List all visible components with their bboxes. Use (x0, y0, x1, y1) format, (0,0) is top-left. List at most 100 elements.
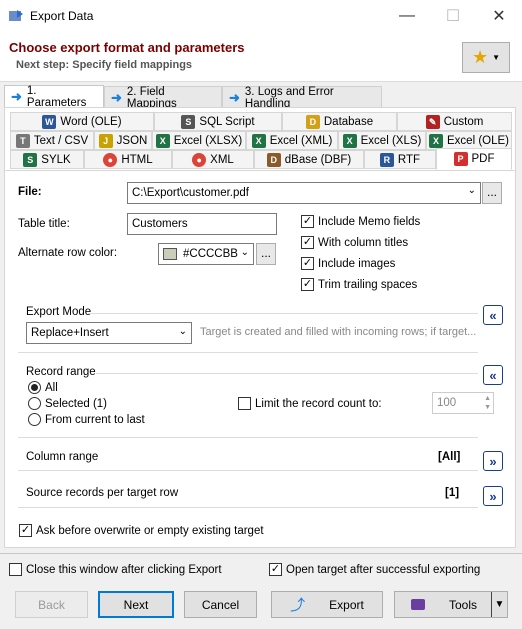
tab-rtf[interactable]: R RTF (364, 150, 436, 169)
tab-custom[interactable]: ✎ Custom (397, 112, 512, 131)
open-target-checkbox[interactable]: ✓ Open target after successful exporting (269, 563, 480, 576)
ask-overwrite-checkbox[interactable]: ✓ Ask before overwrite or empty existing … (19, 524, 264, 537)
tab-xml[interactable]: ● XML (172, 150, 254, 169)
color-picker-button[interactable]: ... (256, 243, 276, 265)
range-all-radio[interactable]: All (28, 381, 58, 394)
next-button[interactable]: Next (98, 591, 174, 618)
excel-icon: X (342, 133, 357, 148)
double-chevron-right-icon: » (489, 488, 497, 504)
alt-color-select[interactable]: #CCCCBB ⌄ (158, 243, 254, 265)
tab-excel-xml[interactable]: X Excel (XML) (246, 131, 338, 150)
script-icon: S (181, 114, 196, 129)
word-icon: W (42, 114, 57, 129)
arrow-right-icon: ➜ (229, 89, 240, 105)
include-images-checkbox[interactable]: ✓ Include images (301, 257, 395, 270)
divider (18, 470, 478, 471)
expand-column-range-button[interactable]: » (483, 451, 503, 471)
back-button[interactable]: Back (15, 591, 88, 618)
table-title-label: Table title: (18, 218, 70, 230)
pen-icon: ✎ (425, 114, 440, 129)
double-chevron-left-icon: « (489, 367, 497, 383)
limit-count-stepper[interactable]: 100 ▲ ▼ (432, 392, 494, 414)
chevron-down-icon: ▼ (494, 599, 505, 610)
tab-pdf[interactable]: P PDF (436, 148, 512, 170)
file-path-input[interactable]: C:\Export\customer.pdf ⌄ (127, 182, 481, 204)
sylk-icon: S (23, 152, 38, 167)
alt-color-label: Alternate row color: (18, 247, 118, 259)
checkmark-icon: ✓ (301, 215, 314, 228)
spin-arrows-icon: ▲ ▼ (484, 395, 491, 411)
range-current-to-last-radio[interactable]: From current to last (28, 413, 145, 426)
tab-sylk[interactable]: S SYLK (10, 150, 84, 169)
page-subtitle: Next step: Specify field mappings (16, 59, 193, 71)
tab-word-ole[interactable]: W Word (OLE) (10, 112, 154, 131)
excel-icon: X (251, 133, 266, 148)
tab-html[interactable]: ● HTML (84, 150, 172, 169)
column-titles-checkbox[interactable]: ✓ With column titles (301, 236, 408, 249)
maximize-button[interactable]: ☐ (430, 0, 476, 32)
chevron-down-icon: ⌄ (178, 326, 187, 337)
tab-text-csv[interactable]: T Text / CSV (10, 131, 94, 150)
footer-divider (0, 553, 522, 554)
cancel-button[interactable]: Cancel (184, 591, 257, 618)
column-range-value: [All] (438, 451, 461, 463)
tab-excel-xls[interactable]: X Excel (XLS) (338, 131, 426, 150)
color-swatch (163, 248, 177, 260)
divider (88, 313, 478, 314)
browse-file-button[interactable]: ... (482, 182, 502, 204)
export-mode-select[interactable]: Replace+Insert ⌄ (26, 322, 192, 344)
star-icon: ★ (471, 47, 489, 67)
minimize-button[interactable]: — (384, 0, 430, 32)
close-button[interactable]: ✕ (476, 0, 522, 32)
arrow-right-icon: ➜ (111, 89, 122, 105)
chevron-down-icon: ⌄ (467, 185, 476, 196)
collapse-record-range-button[interactable]: « (483, 365, 503, 385)
checkmark-icon: ✓ (301, 257, 314, 270)
close-after-export-checkbox[interactable]: Close this window after clicking Export (9, 563, 222, 576)
rtf-icon: R (379, 152, 394, 167)
app-icon (8, 8, 24, 24)
divider (18, 352, 478, 353)
checkmark-icon: ✓ (301, 278, 314, 291)
tab-field-mappings[interactable]: ➜ 2. Field Mappings (104, 86, 222, 110)
tab-logs-errors[interactable]: ➜ 3. Logs and Error Handling (222, 86, 382, 110)
toolbox-icon (411, 599, 425, 610)
chevron-down-icon: ⌄ (240, 247, 249, 258)
export-mode-description: Target is created and filled with incomi… (200, 326, 477, 338)
export-mode-title: Export Mode (26, 306, 92, 318)
excel-icon: X (429, 133, 443, 148)
export-button[interactable]: ⤴ Export (271, 591, 383, 618)
tab-parameters[interactable]: ➜ 1. Parameters (4, 85, 104, 109)
record-range-title: Record range (26, 366, 96, 378)
source-records-value: [1] (445, 487, 460, 499)
tab-database[interactable]: D Database (282, 112, 397, 131)
tab-dbase[interactable]: DdBase (DBF) (254, 150, 364, 169)
database-icon: D (305, 114, 320, 129)
include-memo-checkbox[interactable]: ✓ Include Memo fields (301, 215, 420, 228)
favorites-button[interactable]: ★ ▼ (462, 42, 510, 73)
double-chevron-left-icon: « (489, 307, 497, 323)
chrome-icon: ● (192, 152, 207, 167)
source-records-title: Source records per target row (26, 487, 179, 499)
excel-icon: X (155, 133, 170, 148)
divider (96, 373, 478, 374)
tab-excel-xlsx[interactable]: X Excel (XLSX) (152, 131, 246, 150)
trim-spaces-checkbox[interactable]: ✓ Trim trailing spaces (301, 278, 417, 291)
limit-count-checkbox[interactable]: Limit the record count to: (238, 397, 382, 410)
file-label: File: (18, 186, 42, 198)
checkmark-icon: ✓ (269, 563, 282, 576)
tools-dropdown-arrow[interactable]: ▼ (491, 592, 507, 617)
tab-json[interactable]: J JSON (94, 131, 152, 150)
tab-sql-script[interactable]: S SQL Script (154, 112, 282, 131)
divider (18, 507, 478, 508)
tools-button[interactable]: Tools ▼ (394, 591, 508, 618)
range-selected-radio[interactable]: Selected (1) (28, 397, 107, 410)
collapse-export-mode-button[interactable]: « (483, 305, 503, 325)
table-title-input[interactable]: Customers (127, 213, 277, 235)
column-range-title: Column range (26, 451, 99, 463)
checkmark-icon: ✓ (19, 524, 32, 537)
double-chevron-right-icon: » (489, 453, 497, 469)
page-title: Choose export format and parameters (9, 40, 245, 55)
pdf-icon: P (453, 152, 468, 166)
expand-source-records-button[interactable]: » (483, 486, 503, 506)
